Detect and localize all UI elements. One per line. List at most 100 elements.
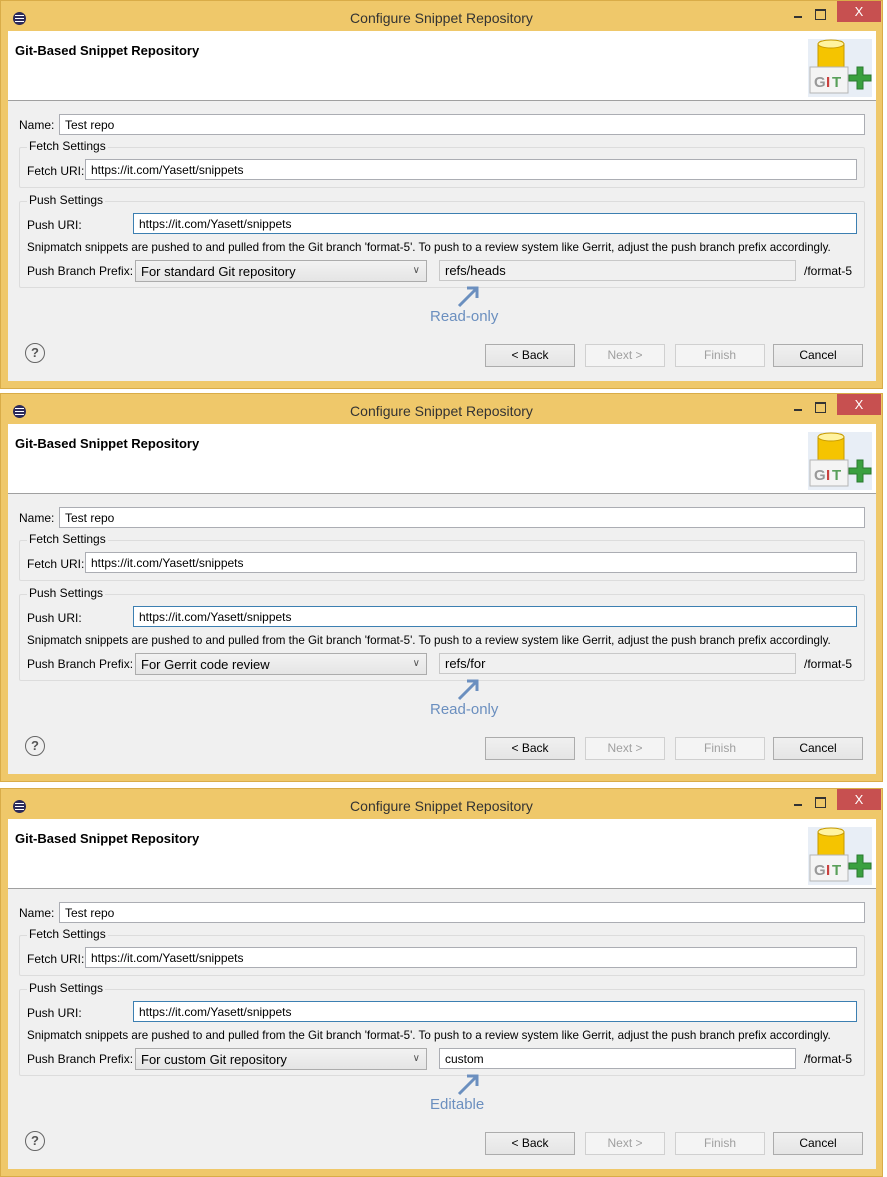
configure-snippet-repository-dialog: Configure Snippet Repository X Git-Based…	[0, 393, 883, 782]
push-settings-legend: Push Settings	[27, 586, 106, 600]
push-branch-prefix-select[interactable]: For Gerrit code review ∨	[135, 653, 427, 675]
name-label: Name:	[19, 511, 55, 525]
minimize-button[interactable]	[789, 5, 809, 23]
page-title: Git-Based Snippet Repository	[15, 436, 200, 451]
git-repository-icon: G I T	[808, 827, 872, 885]
cancel-button[interactable]: Cancel	[773, 344, 863, 367]
branch-suffix-label: /format-5	[804, 1052, 853, 1066]
push-branch-prefix-field[interactable]: refs/heads	[439, 260, 796, 281]
push-branch-prefix-label: Push Branch Prefix:	[27, 657, 134, 671]
dialog-client: Git-Based Snippet Repository G I T Name:…	[8, 31, 876, 381]
annotation-arrow-icon	[457, 1074, 479, 1096]
svg-text:I: I	[826, 862, 830, 879]
push-settings-group: Push Settings Push URI: https://it.com/Y…	[19, 586, 865, 681]
finish-button[interactable]: Finish	[675, 737, 765, 760]
name-input[interactable]: Test repo	[59, 114, 865, 135]
name-input[interactable]: Test repo	[59, 507, 865, 528]
window-title: Configure Snippet Repository	[350, 10, 533, 26]
push-uri-label: Push URI:	[27, 1006, 82, 1020]
git-repository-icon: G I T	[808, 432, 872, 490]
title-bar[interactable]: Configure Snippet Repository X	[1, 789, 882, 819]
push-branch-prefix-select[interactable]: For custom Git repository ∨	[135, 1048, 427, 1070]
svg-text:G: G	[814, 862, 826, 879]
fetch-uri-label: Fetch URI:	[27, 164, 85, 178]
title-bar[interactable]: Configure Snippet Repository X	[1, 1, 882, 31]
help-icon[interactable]: ?	[25, 736, 45, 756]
button-bar: ? < Back Next > Finish Cancel	[8, 1116, 876, 1169]
page-title: Git-Based Snippet Repository	[15, 831, 200, 846]
minimize-button[interactable]	[789, 398, 809, 416]
push-uri-label: Push URI:	[27, 218, 82, 232]
svg-text:T: T	[832, 862, 841, 879]
push-settings-group: Push Settings Push URI: https://it.com/Y…	[19, 193, 865, 288]
git-repository-icon: G I T	[808, 39, 872, 97]
wizard-header: Git-Based Snippet Repository G I T	[8, 424, 876, 494]
dialog-client: Git-Based Snippet Repository G I T Name:…	[8, 819, 876, 1169]
finish-button[interactable]: Finish	[675, 1132, 765, 1155]
chevron-down-icon: ∨	[412, 658, 420, 669]
dialog-client: Git-Based Snippet Repository G I T Name:…	[8, 424, 876, 774]
fetch-settings-legend: Fetch Settings	[27, 927, 108, 941]
annotation-label: Read-only	[430, 308, 499, 325]
maximize-button[interactable]	[810, 5, 830, 23]
cancel-button[interactable]: Cancel	[773, 737, 863, 760]
title-bar[interactable]: Configure Snippet Repository X	[1, 394, 882, 424]
back-button[interactable]: < Back	[485, 737, 575, 760]
fetch-settings-legend: Fetch Settings	[27, 139, 108, 153]
push-uri-input[interactable]: https://it.com/Yasett/snippets	[133, 606, 857, 627]
name-input[interactable]: Test repo	[59, 902, 865, 923]
svg-text:T: T	[832, 74, 841, 91]
maximize-button[interactable]	[810, 398, 830, 416]
close-button[interactable]: X	[837, 394, 881, 415]
push-description: Snipmatch snippets are pushed to and pul…	[27, 634, 831, 647]
fetch-uri-input[interactable]: https://it.com/Yasett/snippets	[85, 159, 857, 180]
push-uri-label: Push URI:	[27, 611, 82, 625]
annotation-arrow-icon	[457, 286, 479, 308]
cancel-button[interactable]: Cancel	[773, 1132, 863, 1155]
svg-text:G: G	[814, 74, 826, 91]
push-uri-input[interactable]: https://it.com/Yasett/snippets	[133, 213, 857, 234]
annotation-arrow-icon	[457, 679, 479, 701]
close-button[interactable]: X	[837, 1, 881, 22]
push-branch-prefix-select[interactable]: For standard Git repository ∨	[135, 260, 427, 282]
fetch-uri-label: Fetch URI:	[27, 557, 85, 571]
push-description: Snipmatch snippets are pushed to and pul…	[27, 241, 831, 254]
next-button[interactable]: Next >	[585, 344, 665, 367]
button-bar: ? < Back Next > Finish Cancel	[8, 328, 876, 381]
back-button[interactable]: < Back	[485, 1132, 575, 1155]
back-button[interactable]: < Back	[485, 344, 575, 367]
chevron-down-icon: ∨	[412, 265, 420, 276]
minimize-button[interactable]	[789, 793, 809, 811]
svg-text:I: I	[826, 467, 830, 484]
help-icon[interactable]: ?	[25, 343, 45, 363]
button-bar: ? < Back Next > Finish Cancel	[8, 721, 876, 774]
branch-suffix-label: /format-5	[804, 657, 853, 671]
fetch-uri-input[interactable]: https://it.com/Yasett/snippets	[85, 947, 857, 968]
next-button[interactable]: Next >	[585, 737, 665, 760]
fetch-uri-input[interactable]: https://it.com/Yasett/snippets	[85, 552, 857, 573]
push-settings-group: Push Settings Push URI: https://it.com/Y…	[19, 981, 865, 1076]
svg-text:T: T	[832, 467, 841, 484]
fetch-settings-group: Fetch Settings Fetch URI: https://it.com…	[19, 532, 865, 581]
push-uri-input[interactable]: https://it.com/Yasett/snippets	[133, 1001, 857, 1022]
maximize-button[interactable]	[810, 793, 830, 811]
annotation-label: Editable	[430, 1096, 485, 1113]
push-branch-prefix-field[interactable]: custom	[439, 1048, 796, 1069]
name-label: Name:	[19, 118, 55, 132]
chevron-down-icon: ∨	[412, 1053, 420, 1064]
push-branch-prefix-label: Push Branch Prefix:	[27, 1052, 134, 1066]
finish-button[interactable]: Finish	[675, 344, 765, 367]
wizard-header: Git-Based Snippet Repository G I T	[8, 31, 876, 101]
branch-suffix-label: /format-5	[804, 264, 853, 278]
window-title: Configure Snippet Repository	[350, 798, 533, 814]
selected-option: For standard Git repository	[141, 264, 296, 279]
page-title: Git-Based Snippet Repository	[15, 43, 200, 58]
name-label: Name:	[19, 906, 55, 920]
push-branch-prefix-field[interactable]: refs/for	[439, 653, 796, 674]
selected-option: For Gerrit code review	[141, 657, 270, 672]
svg-text:I: I	[826, 74, 830, 91]
next-button[interactable]: Next >	[585, 1132, 665, 1155]
close-button[interactable]: X	[837, 789, 881, 810]
wizard-header: Git-Based Snippet Repository G I T	[8, 819, 876, 889]
help-icon[interactable]: ?	[25, 1131, 45, 1151]
